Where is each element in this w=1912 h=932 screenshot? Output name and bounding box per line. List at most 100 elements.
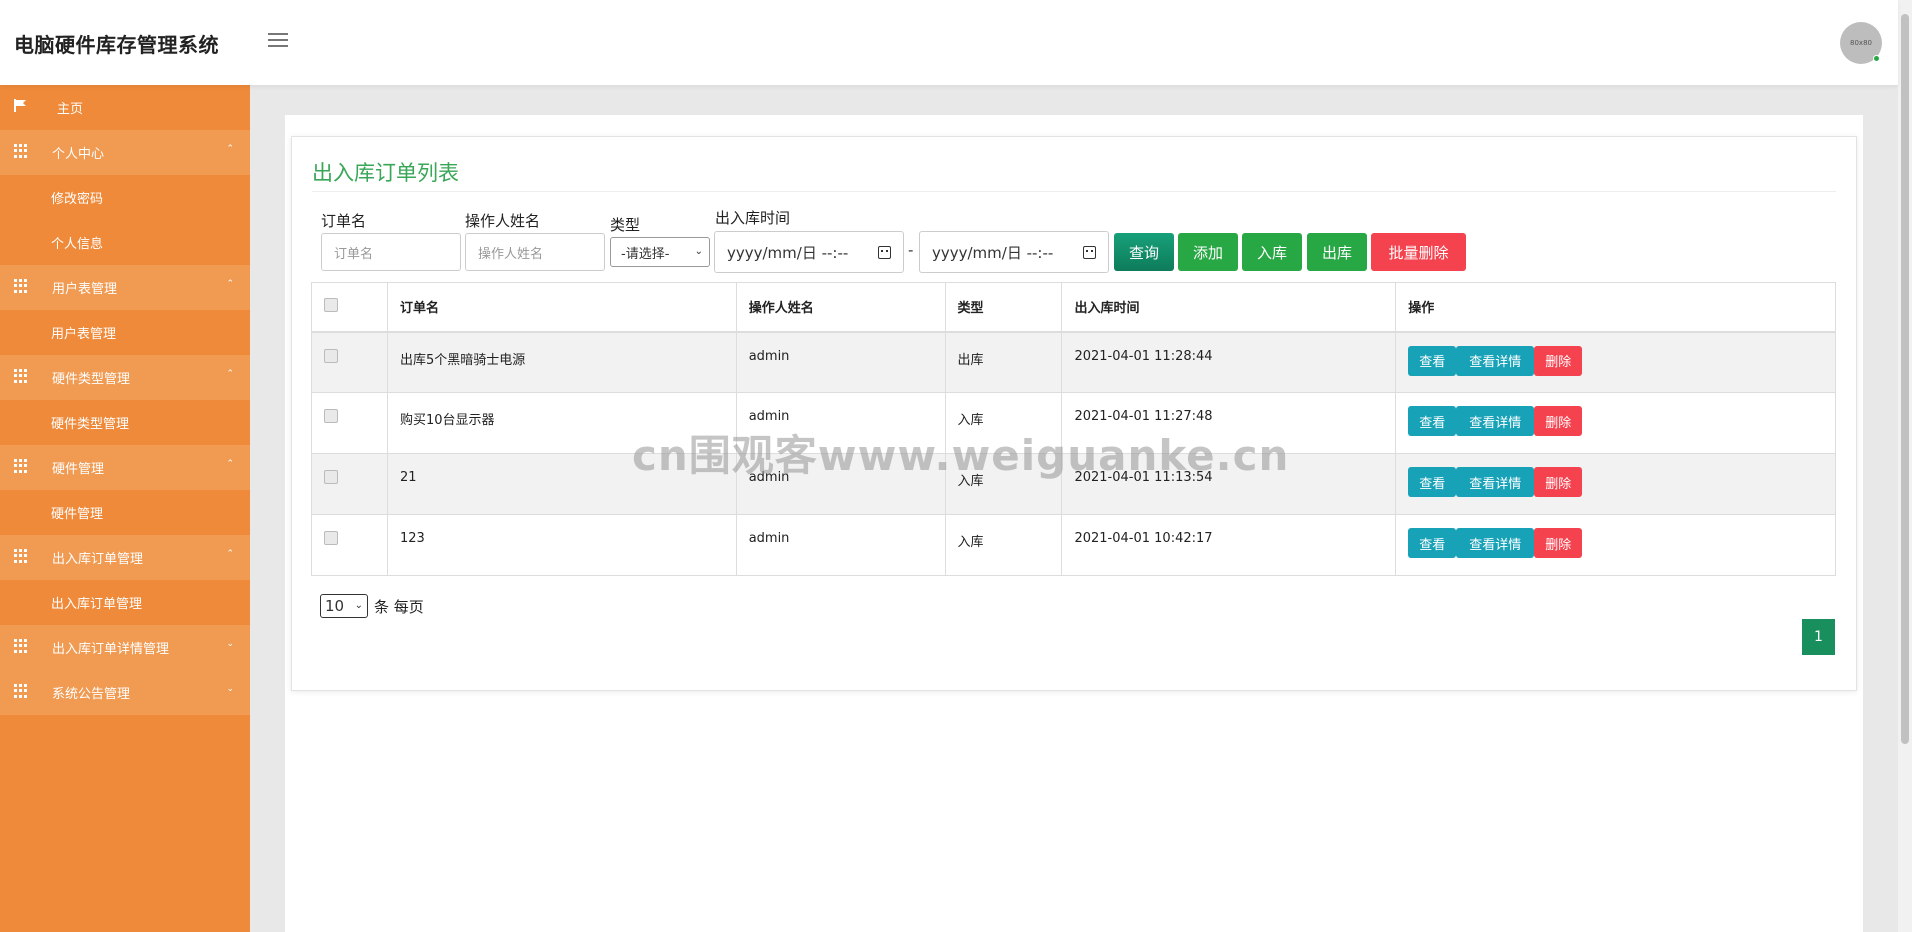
chevron-down-icon: ⌄ xyxy=(694,246,703,257)
order-name-cell: 123 xyxy=(386,514,737,576)
delete-button[interactable]: 删除 xyxy=(1534,345,1583,376)
sidebar-item-label: 出入库订单管理 xyxy=(52,552,144,567)
sidebar-item[interactable]: 硬件类型管理 xyxy=(0,400,250,445)
sidebar-item-label: 个人信息 xyxy=(51,237,104,252)
title-divider xyxy=(312,191,1836,192)
date-start-placeholder: yyyy/mm/日 --:-- xyxy=(727,243,849,262)
view-detail-button[interactable]: 查看详情 xyxy=(1456,528,1535,558)
table-row: 21 admin 入库 2021-04-01 11:13:54 查看 查看详情 删除 xyxy=(311,453,1836,515)
table-row: 购买10台显示器 admin 入库 2021-04-01 11:27:48 查看 查看详情… xyxy=(311,392,1836,454)
sidebar-item[interactable]: 用户表管理 ⌃ xyxy=(0,265,250,310)
sidebar-item[interactable]: 硬件管理 ⌃ xyxy=(0,445,250,490)
table-header-row: 订单名 操作人姓名 类型 出入库时间 操作 xyxy=(311,282,1836,333)
column-header[interactable]: 类型 xyxy=(944,282,1062,333)
page-size-label: 条 每页 xyxy=(374,598,424,616)
order-name-cell: 21 xyxy=(386,453,737,515)
sidebar-item[interactable]: 修改密码 xyxy=(0,175,250,220)
actions-cell: 查看 查看详情 删除 xyxy=(1395,331,1836,393)
sidebar-item-label: 用户表管理 xyxy=(51,327,117,342)
page-title: 出入库订单列表 xyxy=(312,161,459,185)
date-start-input[interactable]: yyyy/mm/日 --:-- xyxy=(714,231,904,273)
sidebar-item-label: 系统公告管理 xyxy=(52,687,131,702)
select-all-checkbox[interactable] xyxy=(324,297,338,312)
type-label: 类型 xyxy=(610,216,641,234)
date-end-input[interactable]: yyyy/mm/日 --:-- xyxy=(919,231,1109,273)
scrollbar[interactable] xyxy=(1898,0,1912,932)
view-detail-button[interactable]: 查看详情 xyxy=(1456,467,1535,497)
operator-cell: admin xyxy=(735,392,946,454)
sidebar-item-label: 出入库订单管理 xyxy=(51,597,143,612)
operator-cell: admin xyxy=(735,453,946,515)
view-detail-button[interactable]: 查看详情 xyxy=(1456,406,1535,436)
view-button[interactable]: 查看 xyxy=(1408,345,1457,376)
date-separator: - xyxy=(908,241,914,259)
sidebar-item-label: 硬件类型管理 xyxy=(51,417,130,432)
grid-icon xyxy=(14,369,28,383)
page-size-select[interactable]: 10 ⌄ xyxy=(320,594,368,618)
type-cell: 出库 xyxy=(944,331,1062,393)
sidebar-item[interactable]: 出入库订单详情管理 ⌄ xyxy=(0,625,250,670)
grid-icon xyxy=(14,279,28,293)
page-number-button[interactable]: 1 xyxy=(1802,619,1835,655)
sidebar-item[interactable]: 出入库订单管理 ⌃ xyxy=(0,535,250,580)
calendar-icon[interactable] xyxy=(878,246,891,259)
order-table: 订单名 操作人姓名 类型 出入库时间 操作 出库5个黑暗骑士电源 admin 出库 2… xyxy=(311,282,1836,576)
row-checkbox[interactable] xyxy=(324,470,338,484)
add-button[interactable]: 添加 xyxy=(1178,233,1238,271)
sidebar-item[interactable]: 主页 xyxy=(0,85,250,130)
scrollbar-thumb[interactable] xyxy=(1901,14,1909,744)
delete-button[interactable]: 删除 xyxy=(1534,467,1583,497)
sidebar-item[interactable]: 硬件管理 xyxy=(0,490,250,535)
sidebar-item-label: 用户表管理 xyxy=(52,282,118,297)
stock-in-button[interactable]: 入库 xyxy=(1242,233,1302,271)
grid-icon xyxy=(14,459,28,473)
delete-button[interactable]: 删除 xyxy=(1534,406,1583,436)
sidebar-item[interactable]: 出入库订单管理 xyxy=(0,580,250,625)
chevron-down-icon: ⌄ xyxy=(354,600,363,611)
type-select[interactable]: -请选择- ⌄ xyxy=(610,237,710,267)
view-button[interactable]: 查看 xyxy=(1408,467,1457,497)
batch-delete-button[interactable]: 批量删除 xyxy=(1371,233,1466,271)
row-checkbox[interactable] xyxy=(324,348,338,363)
time-cell: 2021-04-01 11:28:44 xyxy=(1061,331,1396,393)
operator-cell: admin xyxy=(735,331,946,393)
operator-input[interactable]: 操作人姓名 xyxy=(465,233,605,271)
online-status-dot xyxy=(1873,55,1880,62)
grid-icon xyxy=(14,144,28,158)
sidebar-item[interactable]: 个人信息 xyxy=(0,220,250,265)
sidebar-item-label: 主页 xyxy=(57,102,84,117)
view-button[interactable]: 查看 xyxy=(1408,528,1457,558)
order-name-cell: 购买10台显示器 xyxy=(386,392,737,454)
view-detail-button[interactable]: 查看详情 xyxy=(1456,345,1535,376)
stock-out-button[interactable]: 出库 xyxy=(1307,233,1367,271)
grid-icon xyxy=(14,549,28,563)
date-end-placeholder: yyyy/mm/日 --:-- xyxy=(932,243,1054,262)
sidebar: 主页 个人中心 ⌃ 修改密码 个人信息 用户表管理 ⌃ 用户表管理 硬件类型管理 ⌃ 硬件类型管理硬… xyxy=(0,85,250,932)
type-cell: 入库 xyxy=(944,453,1062,515)
delete-button[interactable]: 删除 xyxy=(1534,528,1583,558)
sidebar-item[interactable]: 个人中心 ⌃ xyxy=(0,130,250,175)
column-header[interactable]: 出入库时间 xyxy=(1061,282,1396,333)
actions-cell: 查看 查看详情 删除 xyxy=(1395,514,1836,576)
checkbox-cell xyxy=(311,453,388,515)
sidebar-item-label: 修改密码 xyxy=(51,192,104,207)
query-button[interactable]: 查询 xyxy=(1114,233,1174,271)
type-select-value: -请选择- xyxy=(621,246,670,262)
chevron-down-icon: ⌄ xyxy=(226,684,234,694)
order-name-input[interactable]: 订单名 xyxy=(321,233,461,271)
sidebar-item-label: 硬件类型管理 xyxy=(52,372,131,387)
column-header[interactable]: 操作人姓名 xyxy=(735,282,946,333)
calendar-icon[interactable] xyxy=(1083,246,1096,259)
view-button[interactable]: 查看 xyxy=(1408,406,1457,436)
row-checkbox[interactable] xyxy=(324,531,338,545)
top-header: 电脑硬件库存管理系统 80x80 xyxy=(0,0,1898,85)
column-header[interactable]: 订单名 xyxy=(386,282,737,333)
menu-toggle-icon[interactable] xyxy=(268,33,288,49)
order-name-cell: 出库5个黑暗骑士电源 xyxy=(386,331,737,393)
chevron-up-icon: ⌃ xyxy=(226,549,234,559)
sidebar-item[interactable]: 系统公告管理 ⌄ xyxy=(0,670,250,715)
row-checkbox[interactable] xyxy=(324,409,338,423)
sidebar-item[interactable]: 硬件类型管理 ⌃ xyxy=(0,355,250,400)
table-row: 出库5个黑暗骑士电源 admin 出库 2021-04-01 11:28:44 查看 查看… xyxy=(311,331,1836,393)
sidebar-item[interactable]: 用户表管理 xyxy=(0,310,250,355)
